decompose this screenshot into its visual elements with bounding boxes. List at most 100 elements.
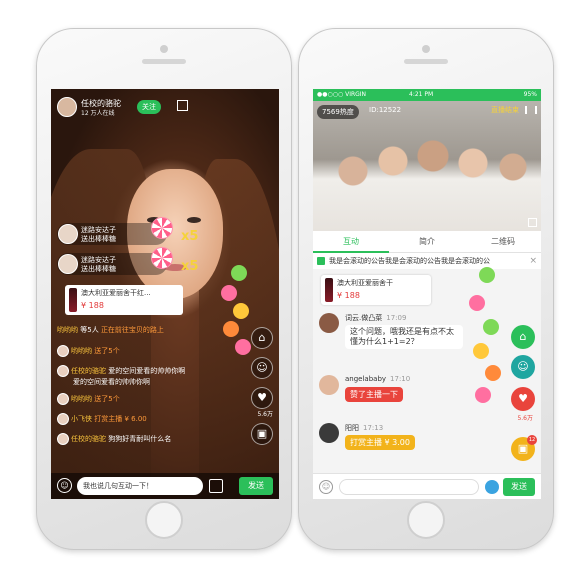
close-icon[interactable]: × <box>529 253 537 269</box>
message-header: 词云.做凸菜 17:09 <box>345 313 406 323</box>
product-card[interactable]: 澳大利亚爱丽舍干 ¥ 188 <box>321 275 431 305</box>
camera-icon <box>160 45 168 53</box>
send-button[interactable]: 发送 <box>239 477 273 495</box>
wine-bottle-icon <box>69 288 77 312</box>
eye <box>187 217 201 223</box>
chat-user[interactable]: 哟哟哟 <box>71 395 92 403</box>
gift-count: x5 <box>181 229 199 244</box>
lollipop-icon <box>151 217 173 239</box>
live-screen: 任校的骆驼 12 万人在线 关注 迷路安达子 送出棒棒糖 x5 迷路安达子 送出… <box>51 89 279 499</box>
qr-code-icon[interactable] <box>177 100 188 111</box>
message-user[interactable]: 词云.做凸菜 <box>345 314 382 322</box>
home-icon[interactable]: ⌂ <box>511 325 535 349</box>
chat-user[interactable]: 任校的骆驼 <box>71 367 106 375</box>
follow-button[interactable]: 关注 <box>137 100 161 114</box>
chat-line: 任校的骆驼 爱的空间爱看的帅帅你啊 <box>57 365 185 377</box>
flower-icon <box>485 365 501 381</box>
tab-qrcode[interactable]: 二维码 <box>465 231 541 253</box>
chat-user[interactable]: 任校的骆驼 <box>71 435 106 443</box>
hot-badge: 7569热度 <box>317 105 359 119</box>
like-count: 5.6万 <box>257 411 273 418</box>
avatar <box>319 423 339 443</box>
home-icon[interactable]: ⌂ <box>251 327 273 349</box>
chat-line: 哟哟哟 送了5个 <box>57 345 120 357</box>
flower-icon <box>235 339 251 355</box>
send-button[interactable]: 发送 <box>503 478 535 496</box>
host-avatar[interactable] <box>57 97 77 117</box>
fullscreen-icon[interactable] <box>528 218 537 227</box>
chat-text: 狗狗好青耐叫什么名 <box>108 435 172 443</box>
chat-user[interactable]: 哟哟哟 <box>71 347 92 355</box>
user-icon[interactable]: ☺ <box>251 357 273 379</box>
chat-line: 小飞侠 打赏主播 ¥ 6.00 <box>57 413 147 425</box>
heart-icon <box>469 295 485 311</box>
chat-line: 哟哟哟 送了5个 <box>57 393 120 405</box>
tab-intro[interactable]: 简介 <box>389 231 465 253</box>
chat-text: 等5人 <box>80 326 99 334</box>
notification-badge: 12 <box>527 435 537 445</box>
like-icon[interactable]: ♥ <box>251 387 273 409</box>
message-time: 17:13 <box>363 424 384 432</box>
like-count: 5.6万 <box>517 415 533 422</box>
chat-line: 爱的空间爱看的帅帅你啊 <box>73 377 150 387</box>
product-name: 澳大利亚爱丽舍干红... <box>81 289 151 297</box>
chat-extra: 正在前往宝贝的路上 <box>100 326 164 334</box>
flower-icon <box>483 319 499 335</box>
end-live-button[interactable]: 直播结束 <box>491 105 519 115</box>
message-bubble: 赞了主播一下 <box>345 387 403 402</box>
gift-icon[interactable]: ▣ <box>251 423 273 445</box>
chat-user[interactable]: 小飞侠 <box>71 415 92 423</box>
gift-count: x5 <box>181 259 199 274</box>
avatar <box>58 224 78 244</box>
avatar <box>57 433 69 445</box>
wine-bottle-icon <box>325 278 333 302</box>
avatar <box>319 375 339 395</box>
message-time: 17:10 <box>390 375 411 383</box>
clock: 4:21 PM <box>409 91 434 98</box>
chat-text: 打赏主播 ¥ 6.00 <box>94 415 147 423</box>
room-screen: ●●○○○ VIRGIN 4:21 PM 95% 7569热度 ID:12522… <box>313 89 541 499</box>
message-user[interactable]: 阳阳 <box>345 424 359 432</box>
message-user[interactable]: angelababy <box>345 375 386 383</box>
chat-message: 词云.做凸菜 17:09 这个问题，哦我还是有点不太懂为什么1+1=2？ <box>319 313 479 369</box>
flower-icon <box>223 321 239 337</box>
product-name: 澳大利亚爱丽舍干 <box>337 279 393 287</box>
carrier: ●●○○○ VIRGIN <box>317 91 367 98</box>
product-price: ¥ 188 <box>81 301 104 310</box>
tab-interact[interactable]: 互动 <box>313 231 389 253</box>
input-bar: ☺ 发送 <box>313 473 541 499</box>
comment-input[interactable] <box>339 479 479 495</box>
comment-input[interactable]: 我也说几句互动一下！ <box>77 477 203 495</box>
emoji-icon[interactable]: ☺ <box>57 478 72 493</box>
emoji-icon[interactable]: ☺ <box>319 480 333 494</box>
flower-icon <box>473 343 489 359</box>
battery: 95% <box>523 91 537 98</box>
chat-line: 任校的骆驼 狗狗好青耐叫什么名 <box>57 433 171 445</box>
phone-frame-right: ●●○○○ VIRGIN 4:21 PM 95% 7569热度 ID:12522… <box>298 28 554 550</box>
chat-message: 阳阳 17:13 打赏主播 ¥ 3.00 <box>319 423 479 457</box>
gift-icon[interactable] <box>485 480 499 494</box>
avatar <box>57 365 69 377</box>
like-icon[interactable]: ♥ <box>511 387 535 411</box>
speaker-horn-icon <box>317 257 325 265</box>
home-button[interactable] <box>407 501 445 539</box>
group-video[interactable]: 7569热度 ID:12522 直播结束 <box>313 101 541 231</box>
online-count: 12 万人在线 <box>81 110 115 117</box>
signal-icon <box>525 106 537 114</box>
host-header: 任校的骆驼 12 万人在线 关注 <box>57 95 273 119</box>
avatar <box>58 254 78 274</box>
status-bar: ●●○○○ VIRGIN 4:21 PM 95% <box>313 89 541 101</box>
home-button[interactable] <box>145 501 183 539</box>
phone-frame-left: 任校的骆驼 12 万人在线 关注 迷路安达子 送出棒棒糖 x5 迷路安达子 送出… <box>36 28 292 550</box>
chat-text: 爱的空间爱看的帅帅你啊 <box>108 367 186 375</box>
gift-text: 送出棒棒糖 <box>81 265 116 273</box>
user-icon[interactable]: ☺ <box>511 355 535 379</box>
avatar <box>57 393 69 405</box>
message-header: angelababy 17:10 <box>345 375 410 383</box>
gift-box-icon[interactable] <box>209 479 223 493</box>
product-card[interactable]: 澳大利亚爱丽舍干红... ¥ 188 <box>65 285 183 315</box>
chat-text: 送了5个 <box>94 395 120 403</box>
speaker-grille <box>142 59 186 64</box>
chat-user[interactable]: 哟哟哟 <box>57 326 78 334</box>
avatar <box>57 345 69 357</box>
